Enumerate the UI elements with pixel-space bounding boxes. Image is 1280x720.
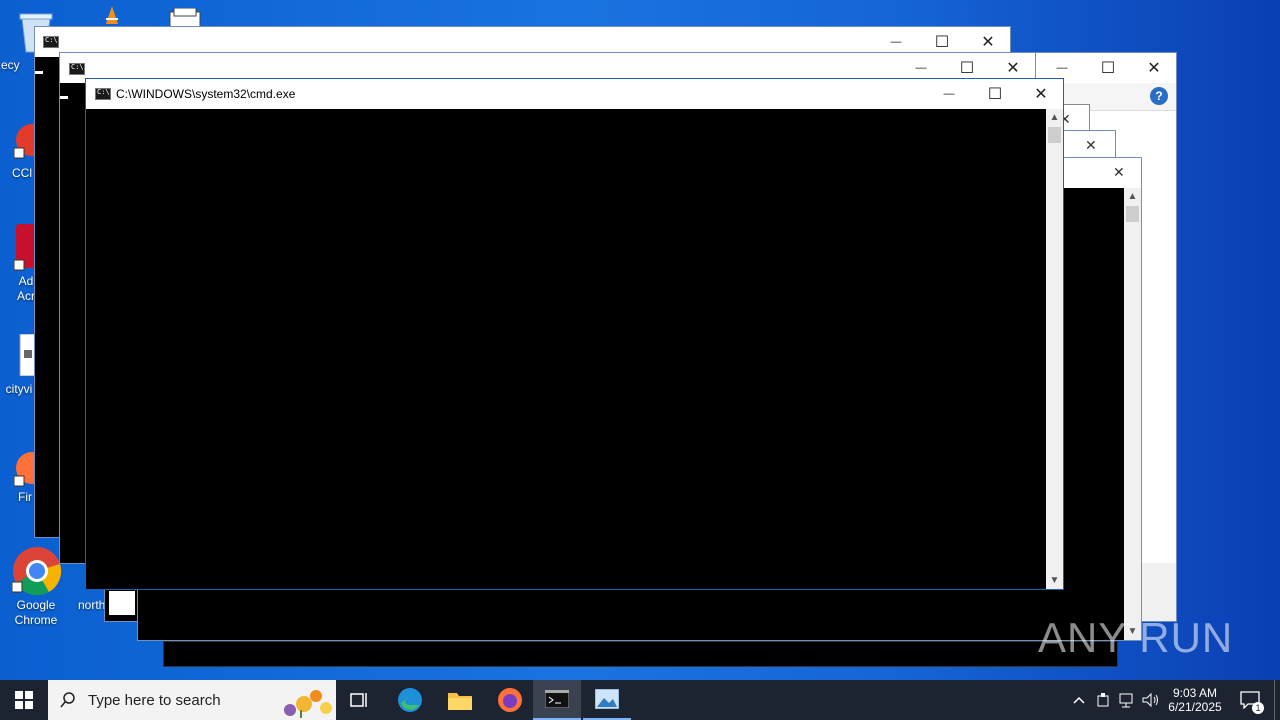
clock-date: 6/21/2025: [1168, 700, 1222, 714]
task-view-icon: [350, 693, 367, 707]
search-icon: [60, 692, 75, 708]
image-viewer-button[interactable]: [583, 680, 631, 720]
window-title: C:\WINDOWS\system32\cmd.exe: [116, 87, 296, 101]
help-icon[interactable]: ?: [1150, 87, 1168, 105]
firefox-icon: [498, 688, 522, 712]
firefox-desktop-icon: [14, 452, 36, 487]
maximize-button[interactable]: ☐: [972, 79, 1018, 109]
chevron-up-icon: [1073, 696, 1085, 704]
console-area[interactable]: [86, 109, 1046, 589]
cmd-taskbar-button[interactable]: [533, 680, 581, 720]
north-file-label[interactable]: north: [78, 598, 105, 612]
cmd-icon: [545, 690, 569, 708]
scroll-thumb[interactable]: [1048, 127, 1061, 143]
close-button[interactable]: ✕: [1131, 53, 1177, 83]
edge-icon: [398, 688, 422, 712]
close-button[interactable]: ✕: [1018, 79, 1064, 109]
vertical-scrollbar[interactable]: ▲ ▼: [1124, 188, 1141, 640]
white-strip: [109, 591, 135, 615]
action-center-button[interactable]: 1: [1232, 680, 1268, 720]
anyrun-watermark: ANY RUN: [1038, 614, 1234, 661]
scroll-down-icon[interactable]: ▼: [1046, 572, 1063, 589]
close-icon[interactable]: ✕: [1113, 164, 1125, 181]
minimize-button[interactable]: —: [926, 79, 972, 109]
clock-time: 9:03 AM: [1172, 686, 1218, 700]
task-view-button[interactable]: [336, 680, 384, 720]
volume-icon: [1142, 692, 1158, 708]
volume-button[interactable]: [1140, 680, 1162, 720]
notification-count-badge: 1: [1252, 702, 1264, 714]
cmd-window-active[interactable]: C:\WINDOWS\system32\cmd.exe — ☐ ✕ ▲ ▼: [85, 78, 1064, 590]
show-hidden-icons-button[interactable]: [1068, 680, 1090, 720]
show-desktop-button[interactable]: [1274, 680, 1280, 720]
taskbar: Type here to search 9:03 AM 6/21/2025 1: [0, 680, 1280, 720]
cmd-icon: [69, 63, 85, 75]
clock[interactable]: 9:03 AM 6/21/2025: [1164, 680, 1226, 720]
search-highlight-flowers-icon: [284, 690, 332, 718]
tray-device-button[interactable]: [1092, 680, 1114, 720]
adobe-acrobat-icon: [14, 224, 36, 271]
close-icon[interactable]: ✕: [1085, 137, 1097, 154]
cursor: [60, 96, 68, 99]
file-explorer-icon: [448, 693, 472, 710]
scroll-up-icon[interactable]: ▲: [1046, 109, 1063, 126]
image-viewer-icon: [595, 689, 619, 709]
search-placeholder: Type here to search: [88, 692, 221, 709]
chrome-label: Google Chrome: [14, 598, 58, 627]
scroll-up-icon[interactable]: ▲: [1124, 188, 1141, 205]
network-icon: [1119, 693, 1133, 708]
console-bottom-band: [163, 641, 1118, 667]
cmd-icon: [95, 88, 111, 100]
removable-device-icon: [1097, 693, 1109, 707]
scroll-thumb[interactable]: [1126, 206, 1139, 222]
ccleaner-icon: [14, 124, 36, 159]
cmd-icon: [43, 36, 59, 48]
search-box[interactable]: Type here to search: [48, 680, 336, 720]
windows-start-icon: [15, 691, 33, 709]
network-button[interactable]: [1116, 680, 1138, 720]
start-button[interactable]: [0, 680, 48, 720]
vertical-scrollbar[interactable]: ▲ ▼: [1046, 109, 1063, 589]
edge-button[interactable]: [386, 680, 434, 720]
cursor: [35, 71, 43, 74]
vlc-icon[interactable]: [104, 6, 120, 28]
maximize-button[interactable]: ☐: [1085, 53, 1131, 83]
file-explorer-button[interactable]: [436, 680, 484, 720]
firefox-button[interactable]: [486, 680, 534, 720]
chrome-icon: [12, 547, 62, 596]
